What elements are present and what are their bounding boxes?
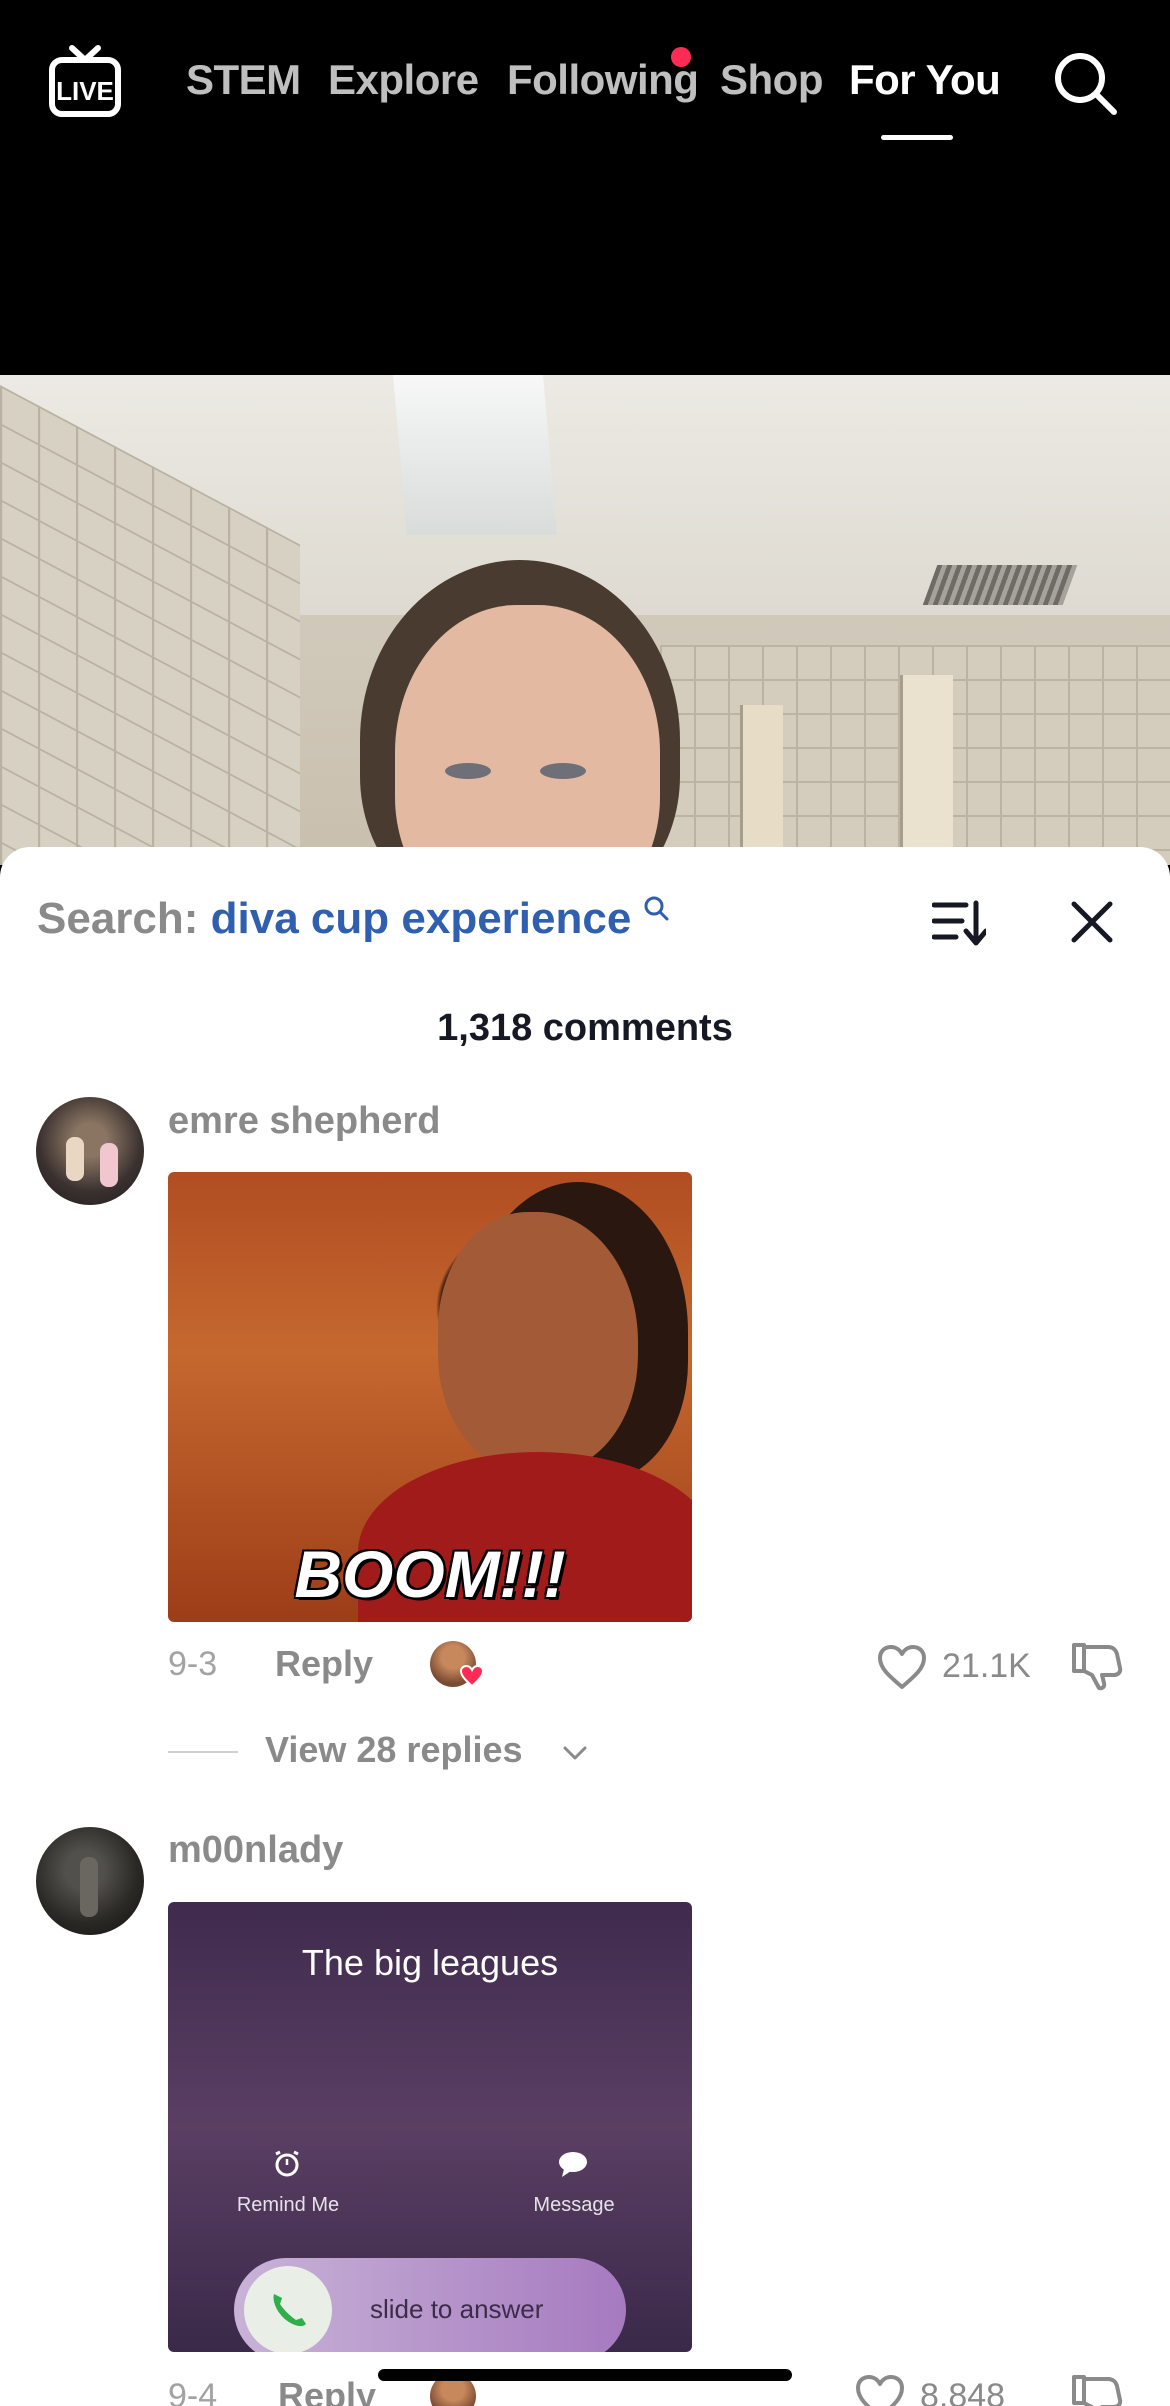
- tab-following[interactable]: Following: [507, 56, 699, 104]
- avatar-figure: [66, 1137, 84, 1181]
- comment-gif[interactable]: The big leagues Remind Me Message slide …: [168, 1902, 692, 2352]
- gif-message-label: Message: [533, 2194, 615, 2216]
- comment-count: 1,318 comments: [437, 1007, 733, 1049]
- avatar-figure: [100, 1143, 118, 1187]
- gif-title: The big leagues: [301, 1942, 559, 1983]
- video-player[interactable]: [0, 375, 1170, 865]
- like-icon[interactable]: [876, 1643, 928, 1691]
- avatar[interactable]: [36, 1827, 144, 1935]
- replies-divider: [168, 1751, 238, 1753]
- comment-username[interactable]: m00nlady: [168, 1829, 343, 1872]
- avatar[interactable]: [36, 1097, 144, 1205]
- gif-remind-label: Remind Me: [236, 2194, 340, 2216]
- video-person-face: [395, 605, 660, 865]
- view-replies-button[interactable]: View 28 replies: [265, 1729, 523, 1771]
- like-icon[interactable]: [854, 2373, 906, 2406]
- dislike-icon[interactable]: [1070, 1641, 1124, 1691]
- home-indicator: [378, 2369, 792, 2381]
- like-count: 21.1K: [942, 1647, 1031, 1685]
- chevron-down-icon[interactable]: [562, 1745, 588, 1761]
- gif-phone-button: [244, 2266, 332, 2352]
- video-vent: [922, 565, 1078, 605]
- tab-shop[interactable]: Shop: [720, 56, 823, 104]
- sort-icon[interactable]: [932, 897, 986, 947]
- video-stall: [740, 705, 783, 865]
- heart-icon: [460, 1665, 484, 1687]
- live-tv-icon[interactable]: LIVE: [48, 42, 122, 120]
- notification-dot: [671, 47, 691, 67]
- top-nav: LIVE STEM Explore Following Shop For You: [0, 0, 1170, 375]
- comment-username[interactable]: emre shepherd: [168, 1100, 440, 1143]
- alarm-icon: [275, 2150, 299, 2177]
- comment-gif[interactable]: BOOM!!!: [168, 1172, 692, 1622]
- phone-icon: [273, 2294, 306, 2327]
- video-ceiling-light: [393, 375, 557, 535]
- comment-date: 9-4: [168, 2377, 218, 2406]
- gif-caption: BOOM!!!: [294, 1537, 566, 1611]
- gif-slide-to-answer: slide to answer: [234, 2258, 626, 2352]
- tab-stem[interactable]: STEM: [186, 56, 301, 104]
- gif-person-face: [438, 1212, 638, 1472]
- comments-sheet: Search: diva cup experience 1,318 commen…: [0, 847, 1170, 2406]
- like-count: 8,848: [920, 2377, 1006, 2406]
- comment-date: 9-3: [168, 1645, 218, 1683]
- comment-search-bar[interactable]: Search: diva cup experience: [37, 894, 631, 944]
- dislike-icon[interactable]: [1070, 2373, 1124, 2406]
- message-icon: [559, 2152, 587, 2177]
- video-stall-2: [900, 675, 953, 865]
- video-person-eye: [445, 763, 491, 779]
- search-query-link[interactable]: diva cup experience: [211, 894, 632, 943]
- active-tab-indicator: [881, 135, 953, 140]
- reply-button[interactable]: Reply: [278, 2375, 376, 2406]
- search-label: Search:: [37, 894, 199, 943]
- gif-slide-text: slide to answer: [370, 2294, 544, 2324]
- search-icon[interactable]: [1052, 50, 1118, 116]
- tab-for-you[interactable]: For You: [849, 56, 1001, 104]
- close-icon[interactable]: [1070, 900, 1114, 944]
- svg-text:LIVE: LIVE: [56, 76, 114, 106]
- tab-explore[interactable]: Explore: [328, 56, 479, 104]
- reply-button[interactable]: Reply: [275, 1643, 373, 1685]
- video-person-eye: [540, 763, 586, 779]
- search-query-icon: [644, 896, 669, 921]
- avatar-figure: [80, 1857, 98, 1917]
